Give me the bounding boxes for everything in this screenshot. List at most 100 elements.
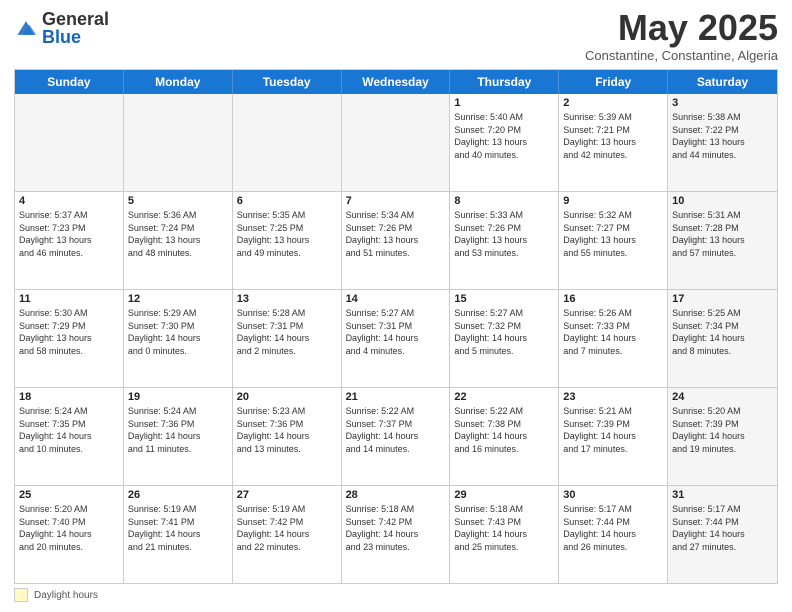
subtitle: Constantine, Constantine, Algeria (585, 48, 778, 63)
calendar-cell-10: 10Sunrise: 5:31 AM Sunset: 7:28 PM Dayli… (668, 192, 777, 289)
day-number: 31 (672, 489, 773, 501)
calendar-header-friday: Friday (559, 70, 668, 94)
day-number: 7 (346, 195, 446, 207)
calendar-cell-5: 5 Sunrise: 5:36 AM Sunset: 7:24 PM Daylig… (124, 192, 233, 289)
calendar-header-thursday: Thursday (450, 70, 559, 94)
day-info: Sunrise: 5:17 AM Sunset: 7:44 PM Dayligh… (563, 503, 663, 553)
calendar-cell-4: 4 Sunrise: 5:37 AM Sunset: 7:23 PM Daylig… (15, 192, 124, 289)
calendar-cell-2: 2Sunrise: 5:39 AM Sunset: 7:21 PM Daylig… (559, 94, 668, 191)
day-number: 19 (128, 391, 228, 403)
day-info: Sunrise: 5:27 AM Sunset: 7:32 PM Dayligh… (454, 307, 554, 357)
day-info: Sunrise: 5:27 AM Sunset: 7:31 PM Dayligh… (346, 307, 446, 357)
calendar-header: SundayMondayTuesdayWednesdayThursdayFrid… (15, 70, 777, 94)
calendar-header-monday: Monday (124, 70, 233, 94)
day-number: 4 (19, 195, 119, 207)
calendar-cell-6: 6 Sunrise: 5:35 AM Sunset: 7:25 PM Daylig… (233, 192, 342, 289)
calendar-cell-14: 14 Sunrise: 5:27 AM Sunset: 7:31 PM Dayli… (342, 290, 451, 387)
calendar-row-1: 4 Sunrise: 5:37 AM Sunset: 7:23 PM Daylig… (15, 192, 777, 290)
calendar-cell-20: 20 Sunrise: 5:23 AM Sunset: 7:36 PM Dayli… (233, 388, 342, 485)
day-info: Sunrise: 5:18 AM Sunset: 7:42 PM Dayligh… (346, 503, 446, 553)
logo-icon (14, 16, 38, 40)
day-number: 5 (128, 195, 228, 207)
footer-daylight: Daylight hours (14, 588, 778, 602)
day-info: Sunrise: 5:28 AM Sunset: 7:31 PM Dayligh… (237, 307, 337, 357)
day-number: 21 (346, 391, 446, 403)
day-number: 13 (237, 293, 337, 305)
day-number: 27 (237, 489, 337, 501)
calendar-cell-28: 28Sunrise: 5:18 AM Sunset: 7:42 PM Dayli… (342, 486, 451, 583)
calendar-cell-11: 11 Sunrise: 5:30 AM Sunset: 7:29 PM Dayli… (15, 290, 124, 387)
calendar-cell-empty-0-1 (124, 94, 233, 191)
day-info: Sunrise: 5:30 AM Sunset: 7:29 PM Dayligh… (19, 307, 119, 357)
day-info: Sunrise: 5:37 AM Sunset: 7:23 PM Dayligh… (19, 209, 119, 259)
day-info: Sunrise: 5:32 AM Sunset: 7:27 PM Dayligh… (563, 209, 663, 259)
day-number: 14 (346, 293, 446, 305)
day-info: Sunrise: 5:22 AM Sunset: 7:38 PM Dayligh… (454, 405, 554, 455)
calendar-cell-16: 16Sunrise: 5:26 AM Sunset: 7:33 PM Dayli… (559, 290, 668, 387)
day-number: 29 (454, 489, 554, 501)
calendar-row-2: 11 Sunrise: 5:30 AM Sunset: 7:29 PM Dayli… (15, 290, 777, 388)
day-info: Sunrise: 5:39 AM Sunset: 7:21 PM Dayligh… (563, 111, 663, 161)
day-info: Sunrise: 5:23 AM Sunset: 7:36 PM Dayligh… (237, 405, 337, 455)
calendar-cell-17: 17 Sunrise: 5:25 AM Sunset: 7:34 PM Dayli… (668, 290, 777, 387)
day-number: 6 (237, 195, 337, 207)
calendar-cell-22: 22 Sunrise: 5:22 AM Sunset: 7:38 PM Dayli… (450, 388, 559, 485)
logo: General Blue (14, 10, 109, 46)
calendar-cell-21: 21Sunrise: 5:22 AM Sunset: 7:37 PM Dayli… (342, 388, 451, 485)
logo-general: General (42, 9, 109, 29)
calendar-row-0: 1Sunrise: 5:40 AM Sunset: 7:20 PM Daylig… (15, 94, 777, 192)
day-info: Sunrise: 5:21 AM Sunset: 7:39 PM Dayligh… (563, 405, 663, 455)
day-info: Sunrise: 5:24 AM Sunset: 7:35 PM Dayligh… (19, 405, 119, 455)
day-info: Sunrise: 5:17 AM Sunset: 7:44 PM Dayligh… (672, 503, 773, 553)
logo-blue: Blue (42, 27, 81, 47)
day-info: Sunrise: 5:35 AM Sunset: 7:25 PM Dayligh… (237, 209, 337, 259)
day-number: 3 (672, 97, 773, 109)
header: General Blue May 2025 Constantine, Const… (14, 10, 778, 63)
day-number: 9 (563, 195, 663, 207)
calendar-cell-23: 23 Sunrise: 5:21 AM Sunset: 7:39 PM Dayli… (559, 388, 668, 485)
calendar-cell-13: 13 Sunrise: 5:28 AM Sunset: 7:31 PM Dayli… (233, 290, 342, 387)
day-number: 15 (454, 293, 554, 305)
daylight-box-icon (14, 588, 28, 602)
day-number: 11 (19, 293, 119, 305)
day-info: Sunrise: 5:20 AM Sunset: 7:39 PM Dayligh… (672, 405, 773, 455)
calendar-cell-27: 27Sunrise: 5:19 AM Sunset: 7:42 PM Dayli… (233, 486, 342, 583)
day-number: 10 (672, 195, 773, 207)
day-info: Sunrise: 5:19 AM Sunset: 7:41 PM Dayligh… (128, 503, 228, 553)
day-info: Sunrise: 5:33 AM Sunset: 7:26 PM Dayligh… (454, 209, 554, 259)
daylight-label: Daylight hours (34, 590, 98, 601)
page: General Blue May 2025 Constantine, Const… (0, 0, 792, 612)
calendar-header-sunday: Sunday (15, 70, 124, 94)
day-info: Sunrise: 5:18 AM Sunset: 7:43 PM Dayligh… (454, 503, 554, 553)
day-number: 16 (563, 293, 663, 305)
month-title: May 2025 (585, 10, 778, 46)
day-info: Sunrise: 5:29 AM Sunset: 7:30 PM Dayligh… (128, 307, 228, 357)
day-info: Sunrise: 5:36 AM Sunset: 7:24 PM Dayligh… (128, 209, 228, 259)
calendar-cell-25: 25Sunrise: 5:20 AM Sunset: 7:40 PM Dayli… (15, 486, 124, 583)
calendar-cell-9: 9 Sunrise: 5:32 AM Sunset: 7:27 PM Daylig… (559, 192, 668, 289)
day-number: 25 (19, 489, 119, 501)
calendar-cell-empty-0-2 (233, 94, 342, 191)
calendar-cell-29: 29 Sunrise: 5:18 AM Sunset: 7:43 PM Dayli… (450, 486, 559, 583)
day-number: 22 (454, 391, 554, 403)
day-number: 26 (128, 489, 228, 501)
day-number: 12 (128, 293, 228, 305)
calendar-cell-24: 24 Sunrise: 5:20 AM Sunset: 7:39 PM Dayli… (668, 388, 777, 485)
day-info: Sunrise: 5:34 AM Sunset: 7:26 PM Dayligh… (346, 209, 446, 259)
day-number: 17 (672, 293, 773, 305)
calendar-header-saturday: Saturday (668, 70, 777, 94)
calendar-cell-1: 1Sunrise: 5:40 AM Sunset: 7:20 PM Daylig… (450, 94, 559, 191)
day-number: 8 (454, 195, 554, 207)
calendar-row-4: 25Sunrise: 5:20 AM Sunset: 7:40 PM Dayli… (15, 486, 777, 583)
calendar-body: 1Sunrise: 5:40 AM Sunset: 7:20 PM Daylig… (15, 94, 777, 583)
calendar-cell-8: 8 Sunrise: 5:33 AM Sunset: 7:26 PM Daylig… (450, 192, 559, 289)
calendar-cell-empty-0-3 (342, 94, 451, 191)
day-number: 20 (237, 391, 337, 403)
day-number: 24 (672, 391, 773, 403)
calendar-cell-15: 15 Sunrise: 5:27 AM Sunset: 7:32 PM Dayli… (450, 290, 559, 387)
day-info: Sunrise: 5:24 AM Sunset: 7:36 PM Dayligh… (128, 405, 228, 455)
calendar-cell-7: 7 Sunrise: 5:34 AM Sunset: 7:26 PM Daylig… (342, 192, 451, 289)
footer: Daylight hours (14, 588, 778, 602)
day-number: 23 (563, 391, 663, 403)
day-info: Sunrise: 5:25 AM Sunset: 7:34 PM Dayligh… (672, 307, 773, 357)
